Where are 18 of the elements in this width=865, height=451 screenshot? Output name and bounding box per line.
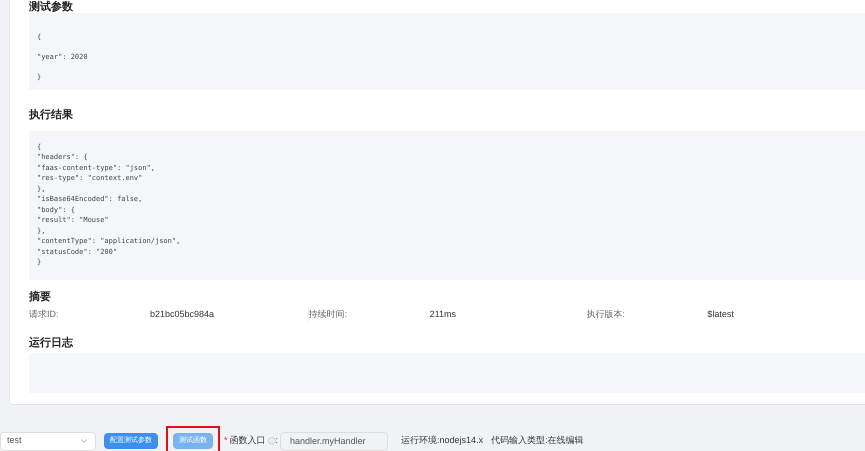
code-type-text: 代码输入类型:在线编辑 <box>491 434 584 448</box>
section-title: 测试参数 <box>29 0 73 13</box>
section-title: 摘要 <box>29 290 51 304</box>
select-field[interactable]: test <box>0 432 96 450</box>
summary-value: 211ms <box>430 308 456 321</box>
section-title: 执行结果 <box>29 108 73 123</box>
section-title: 运行日志 <box>29 336 73 350</box>
summary-label: 执行版本: <box>586 308 626 321</box>
input-field[interactable]: handler.myHandler <box>280 432 388 450</box>
summary-label: 请求ID: <box>29 308 60 321</box>
field-label: 函数入口 <box>230 434 266 448</box>
summary-value: b21bc05bc984a <box>150 308 214 321</box>
runtime-text: 运行环境:nodejs14.x <box>401 434 484 448</box>
required-mark: * <box>224 434 228 448</box>
summary-label: 持续时间: <box>308 308 348 321</box>
info-icon <box>268 437 276 445</box>
colon: : <box>276 434 278 448</box>
summary-value: $latest <box>707 308 734 321</box>
